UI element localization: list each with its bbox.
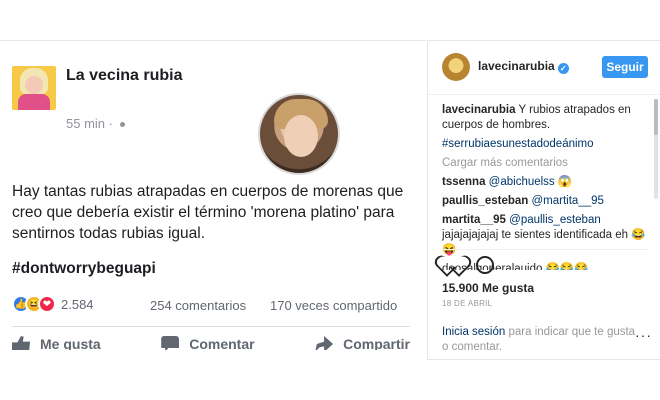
instagram-sidebar: lavecinarubia ✓ Seguir lavecinarubia Y ru…	[427, 40, 660, 360]
reactions-summary[interactable]: 👍 😆 ❤ 2.584	[12, 295, 94, 313]
author-name[interactable]: La vecina rubia	[66, 67, 183, 85]
comment-row: tssenna @abichuelss 😱	[442, 175, 652, 190]
ig-avatar[interactable]	[442, 53, 470, 81]
like-button-label: Me gusta	[40, 336, 101, 350]
caption: lavecinarubia Y rubios atrapados en cuer…	[442, 103, 652, 133]
post-date: 18 DE ABRIL	[442, 299, 493, 308]
comment-mention[interactable]: @martita__95	[532, 195, 604, 207]
verified-badge-icon: ✓	[557, 63, 569, 74]
follow-button[interactable]: Seguir	[602, 56, 648, 78]
divider	[442, 249, 647, 250]
comment-text: jajajajajajaj te sientes identificada eh…	[442, 229, 646, 256]
comment-username[interactable]: tssenna	[442, 176, 485, 188]
post-time-label: 55 min ·	[66, 116, 113, 131]
caption-hashtag: #serrubiaesunestadodeánimo	[442, 137, 652, 152]
comment-button-label: Comentar	[189, 336, 255, 350]
more-options-icon[interactable]: ···	[635, 327, 652, 343]
comment-mention[interactable]: @abichuelss	[489, 176, 555, 188]
love-icon: ❤	[38, 295, 56, 313]
author-avatar[interactable]	[12, 66, 56, 110]
load-more-label: Cargar más comentarios	[442, 157, 568, 169]
likes-count[interactable]: 15.900 Me gusta	[442, 281, 534, 295]
comment-row: martita__95 @paullis_esteban jajajajajaj…	[442, 213, 652, 258]
comment-username[interactable]: martita__95	[442, 214, 506, 226]
post-hashtag[interactable]: #dontworrybeguapi	[12, 260, 156, 278]
thumbs-up-icon	[12, 336, 30, 350]
facebook-post: La vecina rubia 55 min · Hay tantas rubi…	[0, 40, 426, 350]
caption-hashtag-link[interactable]: #serrubiaesunestadodeánimo	[442, 138, 594, 150]
comments-count[interactable]: 254 comentarios	[150, 298, 246, 313]
post-actions: Me gusta Comentar Compartir	[12, 336, 410, 350]
load-more-comments[interactable]: Cargar más comentarios	[442, 156, 652, 171]
comment-button[interactable]: Comentar	[161, 336, 255, 350]
divider	[12, 326, 410, 327]
comment-bubble-icon[interactable]	[476, 256, 494, 274]
login-prompt: Inicia sesión para indicar que te gusta …	[442, 325, 637, 355]
login-link[interactable]: Inicia sesión	[442, 326, 505, 338]
share-button-label: Compartir	[343, 336, 410, 350]
share-button[interactable]: Compartir	[315, 336, 410, 350]
ig-username-label: lavecinarubia	[478, 59, 555, 73]
comment-text: 😱	[554, 176, 573, 188]
heart-icon[interactable]	[442, 256, 462, 274]
caption-username[interactable]: lavecinarubia	[442, 104, 516, 116]
post-time[interactable]: 55 min ·	[66, 116, 125, 131]
like-button[interactable]: Me gusta	[12, 336, 101, 350]
globe-icon	[119, 122, 125, 128]
comment-icon	[161, 336, 180, 350]
reaction-count: 2.584	[61, 296, 94, 312]
post-text: Hay tantas rubias atrapadas en cuerpos d…	[12, 183, 404, 242]
shares-count[interactable]: 170 veces compartido	[270, 298, 397, 313]
share-arrow-icon	[315, 336, 334, 350]
portrait-photo	[258, 93, 340, 175]
ig-username[interactable]: lavecinarubia ✓	[478, 59, 569, 74]
comment-mention[interactable]: @paullis_esteban	[509, 214, 601, 226]
comment-row: paullis_esteban @martita__95	[442, 194, 652, 209]
comment-username[interactable]: paullis_esteban	[442, 195, 528, 207]
ig-comments: lavecinarubia Y rubios atrapados en cuer…	[442, 103, 652, 270]
comments-scrollbar[interactable]	[654, 99, 658, 199]
ig-action-icons	[442, 256, 494, 274]
ig-header: lavecinarubia ✓ Seguir	[428, 41, 660, 95]
